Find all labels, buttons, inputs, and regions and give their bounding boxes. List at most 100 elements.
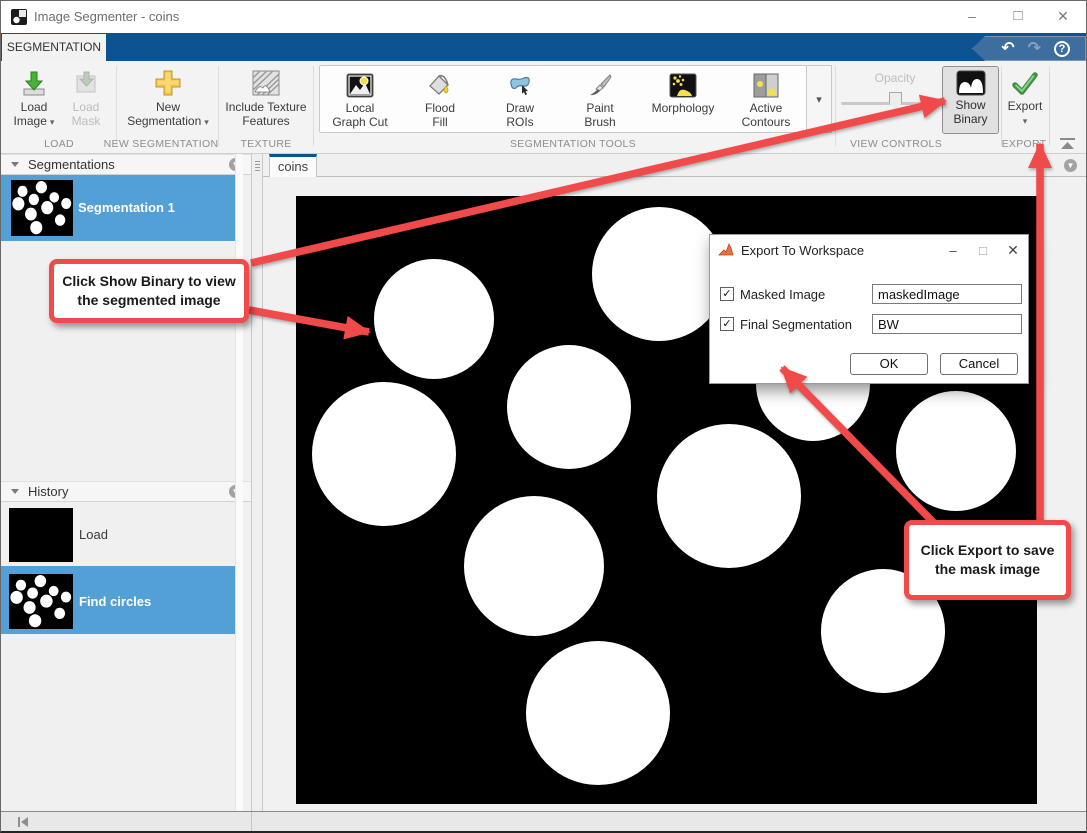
section-label-view-controls: VIEW CONTROLS [850,138,942,150]
section-label-segmentation-tools: SEGMENTATION TOOLS [510,138,636,150]
segmentations-panel-title: Segmentations [28,157,115,172]
load-image-icon [19,68,49,98]
section-label-export: EXPORT [1002,138,1047,150]
segmentations-panel-header[interactable]: Segmentations ▼ [1,154,251,175]
texture-icon [251,68,281,98]
app-window: Image Segmenter - coins – □ ✕ SEGMENTATI… [0,0,1087,833]
quick-access-toolbar: ↶ ↷ ? [972,36,1086,61]
matlab-icon [718,242,734,258]
load-image-button[interactable]: Load Image▾ [7,65,61,128]
help-icon[interactable]: ? [1054,41,1070,57]
final-segmentation-label: Final Segmentation [740,317,852,332]
check-icon: ✓ [721,288,733,300]
toolbar-separator [116,66,117,146]
texture-label: Include Texture [225,100,306,114]
section-label-new-segmentation: NEW SEGMENTATION [104,138,219,150]
export-check-icon [1011,69,1039,97]
paint-brush-button[interactable]: Paint Brush [560,66,640,132]
check-icon: ✓ [721,318,733,330]
segmentation-item-label: Segmentation 1 [78,200,175,215]
active-contours-icon [752,72,780,99]
window-maximize-button[interactable]: □ [1003,1,1033,31]
dropdown-icon: ▾ [204,117,209,127]
segmentation-tools-gallery: Local Graph Cut Flood Fill Draw ROIs [319,65,807,133]
history-panel-title: History [28,484,68,499]
history-panel-header[interactable]: History ▼ [1,481,251,502]
opacity-slider-thumb[interactable] [889,92,902,110]
load-mask-button[interactable]: Load Mask [61,65,111,128]
cancel-button[interactable]: Cancel [940,353,1018,375]
toolbar-separator [218,66,219,146]
export-to-workspace-dialog: Export To Workspace – □ ✕ ✓ Masked Image… [709,234,1029,384]
history-item-label: Load [79,527,108,542]
tabbar-menu-icon[interactable]: ▼ [1064,159,1077,172]
tab-coins[interactable]: coins [269,154,317,177]
dialog-minimize-button[interactable]: – [938,243,968,258]
window-minimize-button[interactable]: – [957,1,987,31]
export-button[interactable]: Export ▾ [1003,66,1047,134]
final-segmentation-checkbox[interactable]: ✓ [720,317,734,331]
panel-splitter[interactable] [251,154,263,811]
load-mask-icon [71,68,101,98]
masked-image-checkbox[interactable]: ✓ [720,287,734,301]
final-segmentation-name-field[interactable] [872,314,1022,334]
segmentation-thumbnail [11,180,73,236]
show-binary-button[interactable]: Show Binary [942,66,999,134]
collapse-panel-icon[interactable] [18,817,28,827]
opacity-label: Opacity [859,71,931,85]
browser-panel: Segmentations ▼ Segmentation 1 History ▼… [1,154,251,811]
app-icon [11,9,27,25]
callout-export: Click Export to save the mask image [904,520,1071,600]
tools-gallery-dropdown-button[interactable]: ▾ [807,65,832,133]
collapse-triangle-icon [11,489,19,494]
masked-image-label: Masked Image [740,287,825,302]
statusbar-divider [251,812,252,833]
document-tab-bar: coins ▼ [263,154,1086,177]
new-segmentation-label: New [156,100,180,114]
status-bar [1,811,1086,832]
dialog-maximize-button[interactable]: □ [968,243,998,258]
splitter-grip-icon [255,161,260,173]
new-segmentation-button[interactable]: New Segmentation▾ [119,65,217,128]
tab-segmentation[interactable]: SEGMENTATION [2,34,106,61]
load-mask-label: Load [73,100,100,114]
ok-button[interactable]: OK [850,353,928,375]
history-item-find-circles[interactable]: Find circles [1,566,243,634]
local-graph-cut-button[interactable]: Local Graph Cut [320,66,400,132]
ribbon-tab-strip: SEGMENTATION ↶ ↷ ? [1,33,1086,61]
title-bar: Image Segmenter - coins – □ ✕ [1,1,1086,33]
dialog-close-button[interactable]: ✕ [998,242,1028,259]
dropdown-icon: ▾ [816,93,822,106]
dialog-title-bar: Export To Workspace – □ ✕ [710,235,1028,265]
masked-image-name-field[interactable] [872,284,1022,304]
window-close-button[interactable]: ✕ [1048,1,1078,31]
history-load-thumbnail [9,508,73,562]
toolbar-separator [1001,66,1002,146]
callout-show-binary: Click Show Binary to view the segmented … [49,259,249,323]
flood-fill-button[interactable]: Flood Fill [400,66,480,132]
new-segmentation-icon [153,68,183,98]
panel-scrollbar[interactable] [235,154,243,811]
draw-rois-icon [506,72,534,99]
undo-icon[interactable]: ↶ [1001,41,1014,57]
toolbar-separator [1049,66,1050,146]
dropdown-icon: ▾ [1023,116,1028,126]
history-item-load[interactable]: Load [1,502,243,566]
dialog-title: Export To Workspace [741,243,938,258]
active-contours-button[interactable]: Active Contours [726,66,806,132]
toolbar-separator [313,66,314,146]
flood-fill-icon [426,72,454,99]
ribbon-toolbar: Load Image▾ Load Mask LOAD New Segmentat… [1,61,1086,154]
collapse-ribbon-icon[interactable] [1059,137,1076,150]
draw-rois-button[interactable]: Draw ROIs [480,66,560,132]
history-item-label: Find circles [79,594,151,609]
morphology-icon [669,72,697,99]
window-title: Image Segmenter - coins [34,1,179,33]
morphology-button[interactable]: Morphology [640,66,726,132]
local-graph-cut-icon [346,72,374,99]
redo-icon[interactable]: ↷ [1028,41,1041,57]
include-texture-features-button[interactable]: Include Texture Features [221,65,311,128]
collapse-triangle-icon [11,162,19,167]
section-label-texture: TEXTURE [240,138,291,150]
segmentation-item[interactable]: Segmentation 1 [1,175,243,241]
